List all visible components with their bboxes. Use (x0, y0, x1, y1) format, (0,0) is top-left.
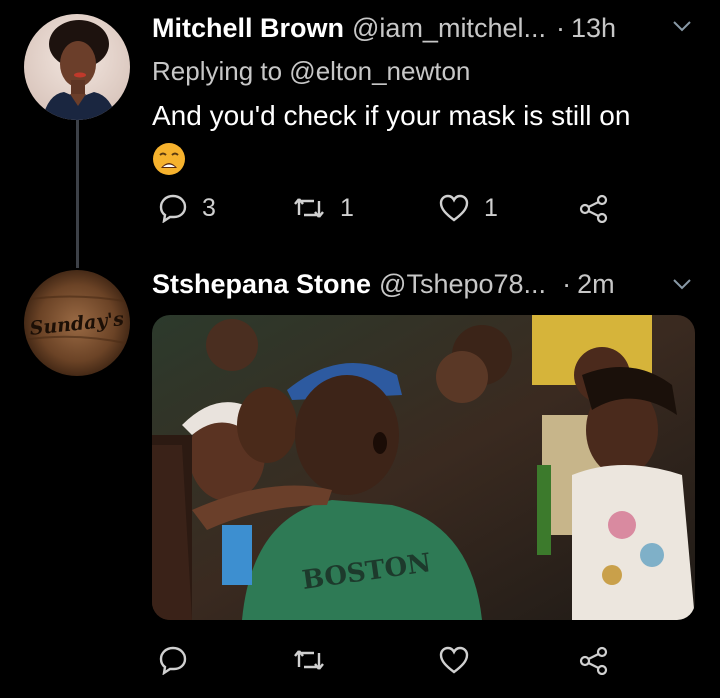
tweet-actions (152, 640, 692, 680)
retweet-icon (294, 650, 324, 670)
like-button[interactable] (438, 640, 484, 680)
retweet-button[interactable]: 1 (292, 188, 354, 228)
tweet-text: And you'd check if your mask is still on (152, 100, 631, 131)
retweet-button[interactable] (292, 640, 340, 680)
chevron-down-icon[interactable] (672, 278, 692, 290)
retweet-icon (294, 198, 324, 218)
avatar[interactable]: Sunday's (24, 270, 130, 376)
share-button[interactable] (578, 188, 610, 228)
replying-to-text[interactable]: Replying to @elton_newton (152, 56, 470, 87)
tweet-header: Mitchell Brown @iam_mitchel... · 13h (152, 8, 616, 48)
tweet-actions: 3 1 1 (152, 188, 692, 228)
share-icon (579, 646, 608, 675)
user-handle[interactable]: @Tshepo78... (379, 269, 546, 300)
chevron-down-icon[interactable] (672, 20, 692, 32)
like-button[interactable]: 1 (438, 188, 498, 228)
like-count: 1 (484, 193, 498, 222)
retweet-count: 1 (340, 193, 354, 222)
reply-count: 3 (202, 193, 216, 222)
separator-dot: · (555, 12, 565, 43)
reply-icon (159, 646, 187, 675)
display-name[interactable]: Stshepana Stone (152, 269, 371, 300)
timestamp[interactable]: 2m (577, 269, 615, 300)
avatar-logo: Sunday's (24, 270, 130, 376)
weary-face-emoji (153, 143, 185, 175)
avatar-photo (24, 14, 130, 120)
tweet-media-image[interactable]: BOSTON (152, 315, 695, 620)
tweet-mitchell-brown[interactable]: Mitchell Brown @iam_mitchel... · 13h Rep… (0, 8, 720, 248)
avatar[interactable] (24, 14, 130, 120)
reply-button[interactable]: 3 (158, 188, 216, 228)
share-button[interactable] (578, 640, 610, 680)
user-handle[interactable]: @iam_mitchel... (352, 13, 546, 44)
reply-button[interactable] (158, 640, 202, 680)
heart-icon (439, 646, 469, 674)
media-photo: BOSTON (152, 315, 695, 620)
heart-icon (439, 194, 469, 222)
timestamp[interactable]: 13h (571, 13, 616, 44)
share-icon (579, 194, 608, 223)
tweet-header: Stshepana Stone @Tshepo78... · 2m (152, 264, 615, 304)
reply-icon (159, 194, 187, 223)
separator-dot: · (562, 268, 572, 299)
display-name[interactable]: Mitchell Brown (152, 13, 344, 44)
